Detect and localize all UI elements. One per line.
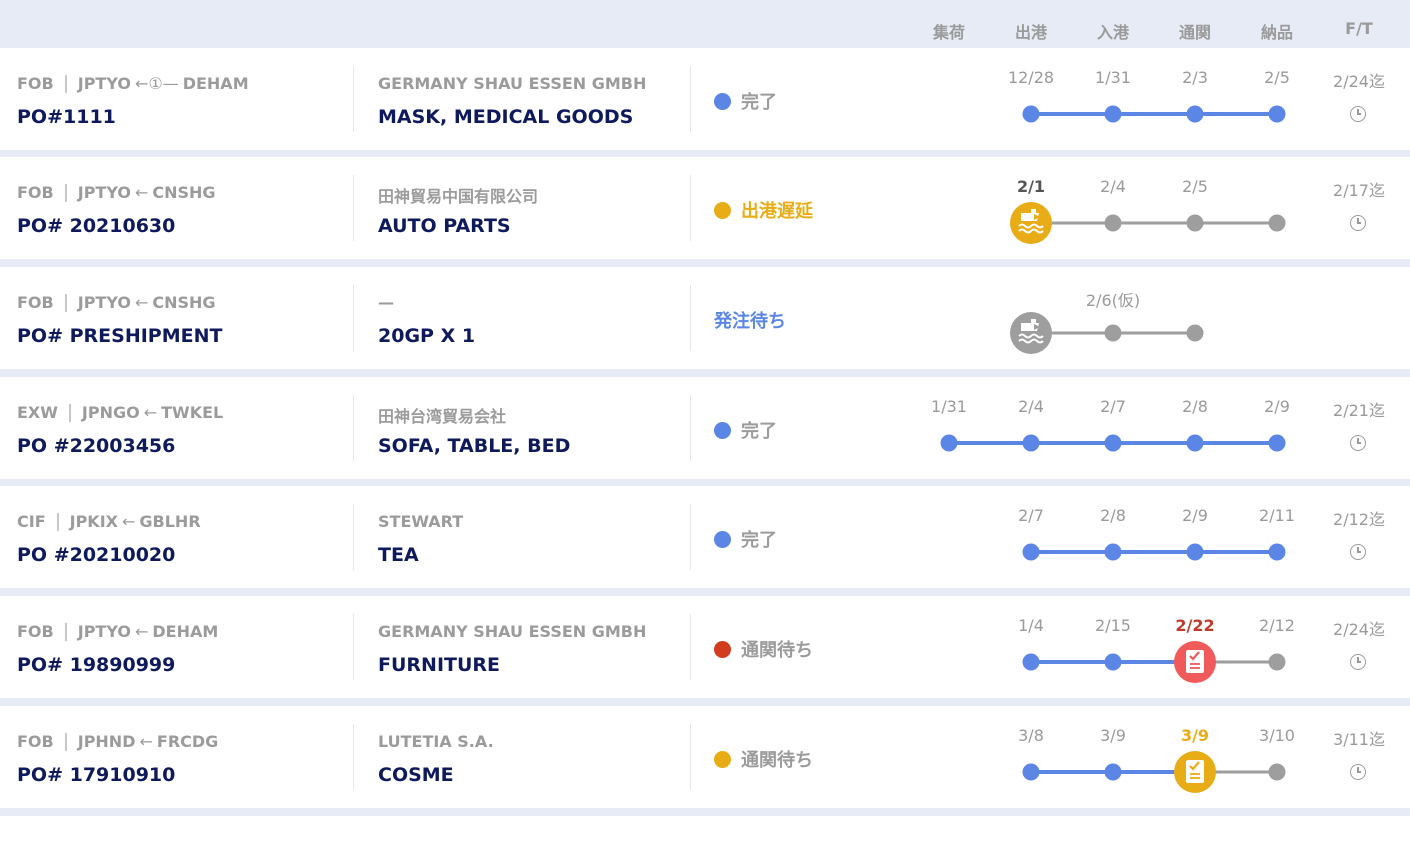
milestone-point (1186, 434, 1204, 452)
milestone-timeline (1022, 751, 1286, 793)
milestone-point (1104, 214, 1122, 232)
header-col-2: 入港 (1096, 23, 1129, 42)
milestone-point (1268, 543, 1286, 561)
milestone-point (1104, 324, 1122, 342)
shipment-row[interactable]: FOB JPTYO ← DEHAM PO# 19890999 GERMANY SHAU E… (0, 596, 1410, 698)
milestone-point (1022, 653, 1040, 671)
header-col-5: F/T (1345, 19, 1373, 38)
shipment-row[interactable]: FOB JPHND ← FRCDG PO# 17910910 LUTETIA S.A. CO… (0, 706, 1410, 808)
list-footer-space (0, 816, 1410, 862)
milestone-timeline (1022, 543, 1286, 561)
milestone-point (1022, 763, 1040, 781)
milestone-point (1022, 434, 1040, 452)
milestone-point (1268, 105, 1286, 123)
milestone-point (1104, 543, 1122, 561)
ship-icon[interactable] (1010, 202, 1052, 244)
milestone-point (1104, 434, 1122, 452)
shipment-row[interactable]: CIF JPKIX ← GBLHR PO #20210020 STEWART TEA 完了 2/… (0, 486, 1410, 588)
ship-icon[interactable] (1010, 312, 1052, 354)
milestone-point (1186, 324, 1204, 342)
milestone-point (1268, 214, 1286, 232)
header-col-3: 通関 (1178, 23, 1211, 42)
milestone-timeline (940, 434, 1286, 452)
milestone-timeline (1022, 641, 1286, 683)
milestone-point (940, 434, 958, 452)
milestone-point (1104, 763, 1122, 781)
table-header: 集荷 出港 入港 通関 納品 F/T (0, 0, 1410, 47)
milestone-point (1268, 653, 1286, 671)
milestone-point (1104, 653, 1122, 671)
header-col-0: 集荷 (932, 23, 965, 42)
header-col-1: 出港 (1014, 23, 1047, 42)
customs-check-icon[interactable] (1174, 641, 1216, 683)
customs-check-icon[interactable] (1174, 751, 1216, 793)
milestone-timeline (1010, 312, 1204, 354)
shipment-row[interactable]: EXW JPNGO ← TWKEL PO #22003456 田神台湾貿易会社 SOFA, … (0, 377, 1410, 479)
milestone-point (1186, 214, 1204, 232)
shipment-row[interactable]: FOB JPTYO ←①— DEHAM PO#1111 GERMANY SHAU ESSE… (0, 48, 1410, 150)
header-col-4: 納品 (1260, 23, 1293, 42)
milestone-point (1022, 105, 1040, 123)
milestone-point (1186, 105, 1204, 123)
shipment-row[interactable]: FOB JPTYO ← CNSHG PO# 20210630 田神貿易中国有限公司 AUTO… (0, 157, 1410, 259)
milestone-timeline (1022, 105, 1286, 123)
milestone-point (1186, 543, 1204, 561)
milestone-point (1268, 763, 1286, 781)
milestone-point (1022, 543, 1040, 561)
milestone-timeline (1010, 202, 1286, 244)
shipment-row[interactable]: FOB JPTYO ← CNSHG PO# PRESHIPMENT —20GP X 1 発注… (0, 267, 1410, 369)
milestone-point (1104, 105, 1122, 123)
milestone-point (1268, 434, 1286, 452)
